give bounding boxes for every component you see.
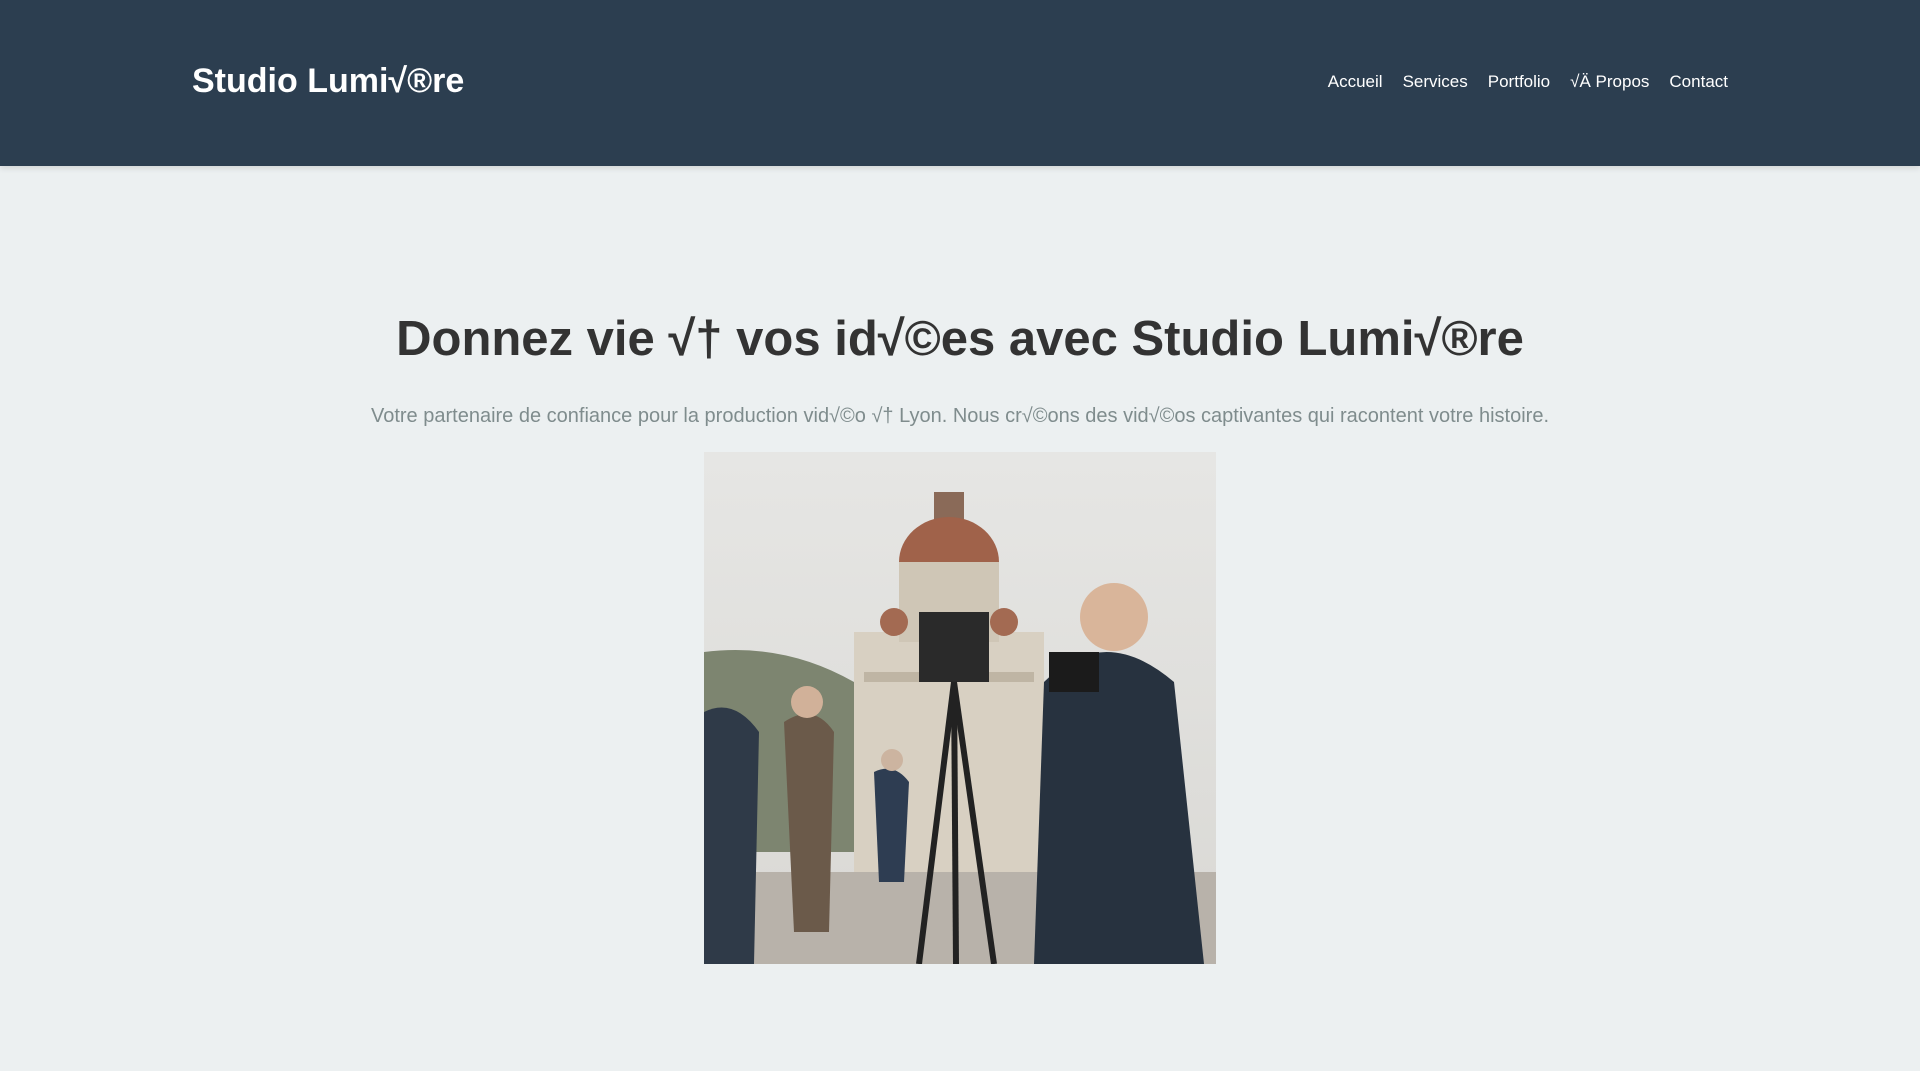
nav-services[interactable]: Services bbox=[1403, 71, 1468, 93]
nav-contact[interactable]: Contact bbox=[1669, 71, 1728, 93]
site-header: Studio Lumi√®re Accueil Services Portfol… bbox=[0, 0, 1920, 166]
main-nav: Accueil Services Portfolio √Ä Propos Con… bbox=[1328, 71, 1728, 93]
nav-accueil[interactable]: Accueil bbox=[1328, 71, 1383, 93]
hero-image bbox=[704, 452, 1216, 964]
site-logo[interactable]: Studio Lumi√®re bbox=[192, 61, 464, 101]
hero-section: Donnez vie √† vos id√©es avec Studio Lum… bbox=[0, 166, 1920, 1071]
hero-subtitle: Votre partenaire de confiance pour la pr… bbox=[370, 405, 1550, 427]
nav-a-propos[interactable]: √Ä Propos bbox=[1570, 71, 1649, 93]
nav-portfolio[interactable]: Portfolio bbox=[1488, 71, 1550, 93]
hero-title: Donnez vie √† vos id√©es avec Studio Lum… bbox=[396, 312, 1524, 366]
